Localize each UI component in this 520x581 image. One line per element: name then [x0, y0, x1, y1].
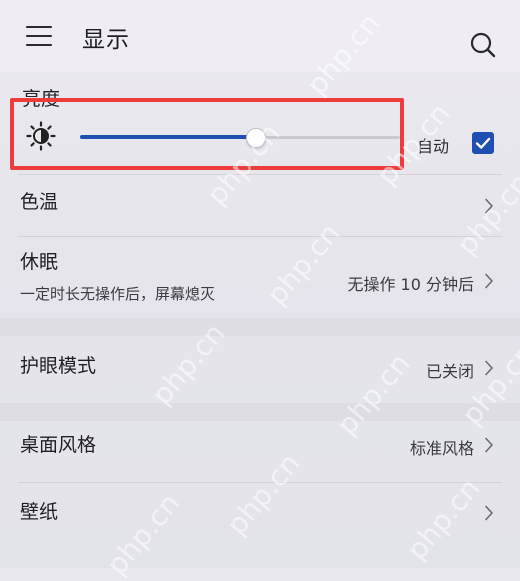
- checkmark-icon: [475, 137, 491, 149]
- color-temperature-title: 色温: [20, 191, 59, 213]
- desktop-style-value: 标准风格: [409, 439, 474, 458]
- desktop-style-row[interactable]: 桌面风格 标准风格: [0, 421, 520, 481]
- chevron-right-icon: [485, 505, 493, 521]
- chevron-right-icon: [485, 360, 493, 376]
- wallpaper-title: 壁纸: [20, 501, 59, 523]
- highlight-annotation-box: [10, 98, 404, 170]
- chevron-right-icon: [485, 273, 493, 289]
- app-header: 显示: [0, 0, 520, 72]
- display-settings-screen: 显示 亮度 自动 色温 休眠 一定时长无操作后，屏幕熄灭 无操作 10 分钟后 …: [0, 0, 520, 581]
- page-title: 显示: [82, 27, 130, 53]
- sleep-subtitle: 一定时长无操作后，屏幕熄灭: [20, 285, 216, 303]
- search-icon[interactable]: [469, 31, 497, 59]
- section-gap: [0, 318, 520, 336]
- section-gap: [0, 403, 520, 421]
- sleep-row[interactable]: 休眠 一定时长无操作后，屏幕熄灭 无操作 10 分钟后: [0, 237, 520, 317]
- sleep-title: 休眠: [20, 251, 59, 273]
- hamburger-menu-icon[interactable]: [26, 26, 52, 46]
- eye-comfort-row[interactable]: 护眼模式 已关闭: [0, 336, 520, 402]
- wallpaper-row[interactable]: 壁纸: [0, 483, 520, 543]
- auto-brightness-checkbox[interactable]: [472, 132, 494, 154]
- color-temperature-row[interactable]: 色温: [0, 175, 520, 235]
- chevron-right-icon: [485, 198, 493, 214]
- eye-comfort-title: 护眼模式: [20, 355, 97, 377]
- eye-comfort-value: 已关闭: [425, 362, 474, 381]
- desktop-style-title: 桌面风格: [20, 434, 97, 456]
- sleep-value: 无操作 10 分钟后: [347, 275, 474, 294]
- auto-brightness-label: 自动: [417, 137, 450, 156]
- chevron-right-icon: [485, 437, 493, 453]
